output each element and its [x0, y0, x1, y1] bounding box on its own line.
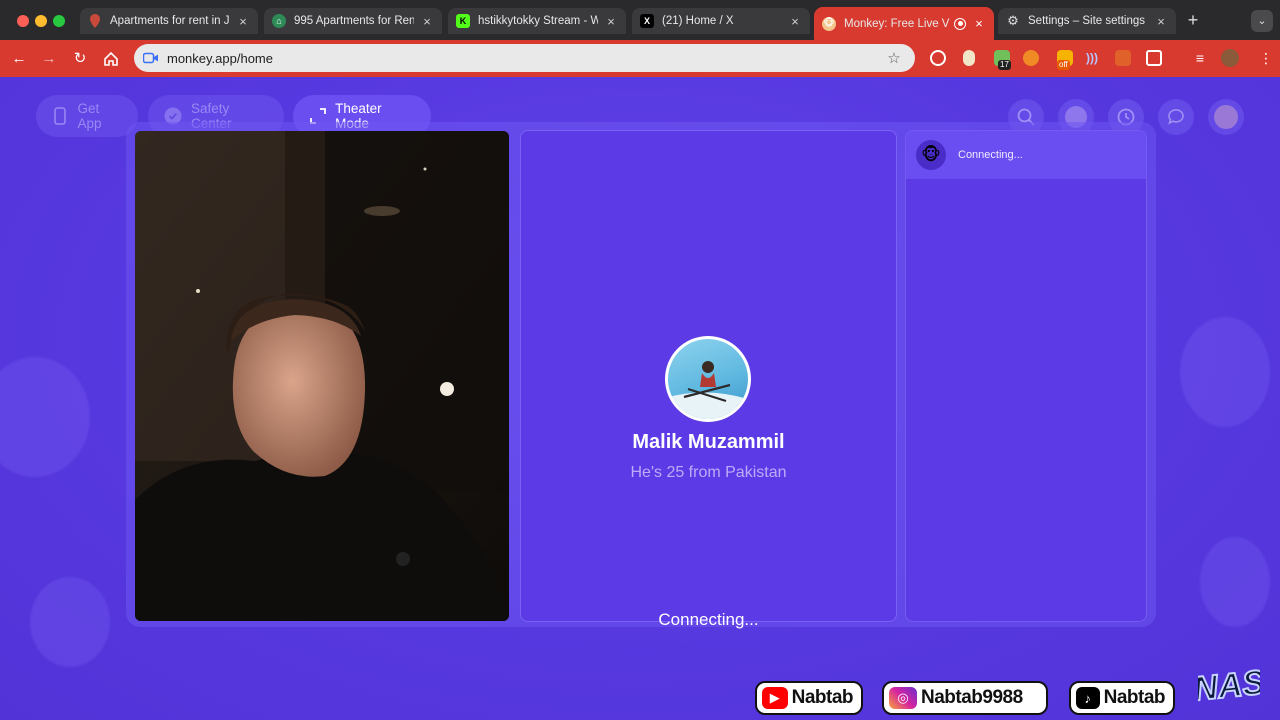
tab-close-icon[interactable]: ×	[788, 14, 802, 29]
tab-title: 995 Apartments for Rent	[294, 15, 414, 27]
ext-lightbulb-icon[interactable]	[930, 50, 946, 66]
background-decoration	[1200, 537, 1270, 627]
window-close-button[interactable]	[17, 15, 29, 27]
watermark-handle: Nabtab	[791, 687, 854, 708]
background-decoration	[30, 577, 110, 667]
monkey-avatar-icon: 🐵	[916, 140, 946, 170]
chat-panel: 🐵 Connecting...	[905, 130, 1147, 622]
tab-title: Settings – Site settings	[1028, 15, 1145, 27]
new-tab-button[interactable]: +	[1183, 11, 1203, 31]
background-decoration	[0, 357, 90, 477]
kick-favicon-icon: K	[456, 14, 470, 28]
window-minimize-button[interactable]	[35, 15, 47, 27]
browser-tab[interactable]: X (21) Home / X ×	[632, 8, 810, 34]
svg-text:NAS: NAS	[1198, 663, 1260, 708]
browser-tab[interactable]: Apartments for rent in Ju ×	[80, 8, 258, 34]
instagram-icon: ◎	[889, 687, 917, 709]
monkey-favicon-icon: 🐵	[822, 16, 836, 31]
get-app-label: Get App	[77, 101, 102, 131]
ext-pill-icon[interactable]	[963, 50, 975, 66]
instagram-watermark: ◎ Nabtab9988	[882, 681, 1048, 715]
tab-title: Apartments for rent in Ju	[110, 15, 230, 27]
ext-audio-icon[interactable]: )))	[1084, 50, 1100, 66]
back-arrow-icon[interactable]: ←	[8, 48, 30, 70]
address-bar[interactable]: monkey.app/home ☆	[134, 44, 915, 72]
browser-tab-strip: Apartments for rent in Ju × ⌂ 995 Apartm…	[0, 0, 1280, 40]
peer-age-country: He's 25 from Pakistan	[630, 464, 787, 481]
nas-logo: NAS	[1198, 662, 1260, 709]
ext-badge: off	[1057, 60, 1070, 70]
listing-favicon-icon: ⌂	[272, 14, 286, 28]
tab-title: (21) Home / X	[662, 15, 734, 27]
chat-status-text: Connecting...	[958, 149, 1023, 161]
reload-icon[interactable]: ↻	[69, 48, 91, 70]
webcam-image	[135, 131, 509, 621]
tab-close-icon[interactable]: ×	[972, 16, 986, 31]
reading-list-icon[interactable]: ≡	[1192, 50, 1208, 66]
ext-firefox-icon[interactable]	[1023, 50, 1039, 66]
background-decoration	[1180, 317, 1270, 427]
x-favicon-icon: X	[640, 14, 654, 28]
home-icon[interactable]	[100, 48, 122, 70]
tab-close-icon[interactable]: ×	[1154, 14, 1168, 29]
tab-close-icon[interactable]: ×	[236, 14, 250, 29]
tab-close-icon[interactable]: ×	[420, 14, 434, 29]
recording-indicator-icon	[954, 17, 966, 30]
profile-avatar-icon[interactable]	[1221, 49, 1239, 67]
skier-photo	[668, 361, 748, 419]
monkey-avatar-icon[interactable]	[1208, 99, 1244, 135]
ext-badge: 17	[998, 60, 1011, 70]
bookmark-star-icon[interactable]: ☆	[885, 49, 903, 67]
peer-avatar	[665, 336, 751, 422]
gear-favicon-icon: ⚙	[1007, 13, 1019, 28]
youtube-watermark: ▶ Nabtab	[755, 681, 863, 715]
tab-title: Monkey: Free Live Vid	[844, 17, 950, 30]
ext-monster-icon[interactable]	[1115, 50, 1131, 66]
tab-title: hstikkytokky Stream - Wa	[478, 15, 598, 27]
forward-arrow-icon[interactable]: →	[38, 48, 60, 70]
connection-status: Connecting...	[658, 610, 759, 629]
browser-tab[interactable]: ⌂ 995 Apartments for Rent ×	[264, 8, 442, 34]
window-maximize-button[interactable]	[53, 15, 65, 27]
tab-search-chevron-icon[interactable]: ⌄	[1251, 10, 1273, 32]
watermark-handle: Nabtab9988	[921, 687, 1023, 708]
youtube-icon: ▶	[762, 687, 788, 709]
map-pin-favicon-icon	[88, 14, 102, 28]
peer-name: Malik Muzammil	[632, 431, 785, 453]
ext-puzzle-icon[interactable]	[1146, 50, 1162, 66]
chat-bubble-icon[interactable]	[1158, 99, 1194, 135]
browser-tab-active[interactable]: 🐵 Monkey: Free Live Vid ×	[814, 7, 994, 40]
kebab-menu-icon[interactable]: ⋮	[1258, 50, 1274, 66]
get-app-button[interactable]: Get App	[36, 95, 138, 137]
tiktok-watermark: ♪ Nabtab	[1069, 681, 1175, 715]
watermark-handle: Nabtab	[1103, 687, 1166, 708]
chat-header: 🐵 Connecting...	[906, 131, 1146, 179]
tiktok-icon: ♪	[1076, 687, 1100, 709]
phone-icon	[52, 107, 68, 125]
url-text: monkey.app/home	[167, 50, 273, 66]
browser-tab[interactable]: K hstikkytokky Stream - Wa ×	[448, 8, 626, 34]
self-video-feed	[135, 131, 509, 621]
camera-site-icon[interactable]	[143, 52, 159, 64]
browser-tab[interactable]: ⚙ Settings – Site settings ×	[998, 8, 1176, 34]
tab-close-icon[interactable]: ×	[604, 14, 618, 29]
